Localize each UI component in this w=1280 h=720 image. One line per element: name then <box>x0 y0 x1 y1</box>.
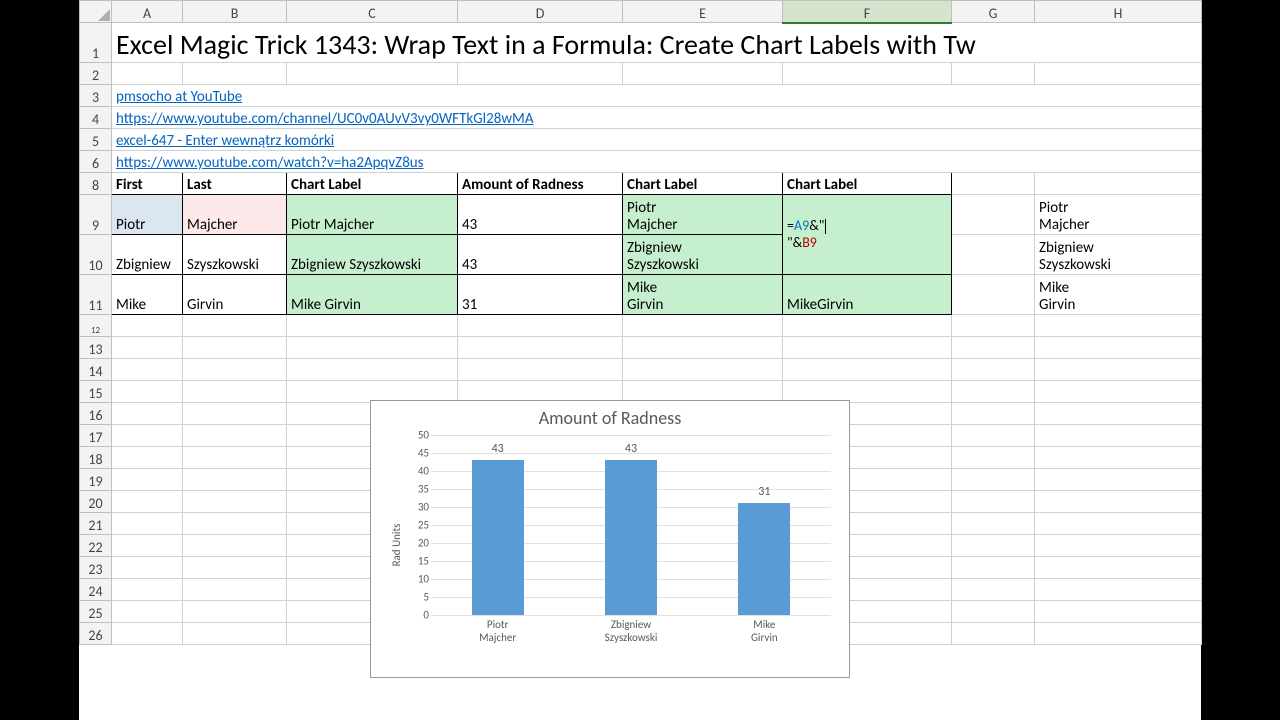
column-header-G[interactable]: G <box>952 1 1035 23</box>
cell-H10[interactable]: ZbigniewSzyszkowski <box>1035 235 1202 275</box>
chart-title: Amount of Radness <box>371 407 849 429</box>
cell-F11[interactable]: MikeGirvin <box>783 275 952 315</box>
row-header-20[interactable]: 20 <box>80 491 112 513</box>
cell-B11[interactable]: Girvin <box>183 275 287 315</box>
row-header-16[interactable]: 16 <box>80 403 112 425</box>
column-header-E[interactable]: E <box>623 1 783 23</box>
cell-D10[interactable]: 43 <box>458 235 623 275</box>
chart-bar-value-2: 31 <box>758 485 770 499</box>
link-pmsocho[interactable]: pmsocho at YouTube <box>116 88 242 106</box>
column-header-F[interactable]: F <box>783 1 952 23</box>
row-3[interactable]: 3pmsocho at YouTube <box>80 85 1202 107</box>
header-first[interactable]: First <box>112 173 183 195</box>
cell-D9[interactable]: 43 <box>458 195 623 235</box>
header-last[interactable]: Last <box>183 173 287 195</box>
chart-bar-value-1: 43 <box>625 442 637 456</box>
row-11[interactable]: 11 Mike Girvin Mike Girvin 31 MikeGirvin… <box>80 275 1202 315</box>
cell-C11[interactable]: Mike Girvin <box>287 275 458 315</box>
column-header-B[interactable]: B <box>183 1 287 23</box>
cell-C10[interactable]: Zbigniew Szyszkowski <box>287 235 458 275</box>
row-header-12[interactable]: 12 <box>80 315 112 337</box>
cell-H9[interactable]: PiotrMajcher <box>1035 195 1202 235</box>
column-header-H[interactable]: H <box>1035 1 1202 23</box>
row-9[interactable]: 9 Piotr Majcher Piotr Majcher 43 PiotrMa… <box>80 195 1202 235</box>
cell-E11[interactable]: MikeGirvin <box>623 275 783 315</box>
select-all-corner[interactable] <box>80 1 112 23</box>
row-header-6[interactable]: 6 <box>80 151 112 173</box>
chart-x-label-0: PiotrMajcher <box>443 619 553 644</box>
row-header-21[interactable]: 21 <box>80 513 112 535</box>
header-amount[interactable]: Amount of Radness <box>458 173 623 195</box>
chart-y-axis: 05101520253035404550 <box>407 435 431 615</box>
cell-E9[interactable]: PiotrMajcher <box>623 195 783 235</box>
chart-amount-of-radness[interactable]: Amount of Radness Rad Units 051015202530… <box>370 400 850 678</box>
chart-x-label-1: ZbigniewSzyszkowski <box>576 619 686 644</box>
link-excel647[interactable]: excel-647 - Enter wewnątrz komórki <box>116 132 334 150</box>
row-header-23[interactable]: 23 <box>80 557 112 579</box>
row-header-10[interactable]: 10 <box>80 235 112 275</box>
row-1[interactable]: 1 Excel Magic Trick 1343: Wrap Text in a… <box>80 23 1202 63</box>
chart-bar-2 <box>738 503 790 615</box>
cell-B10[interactable]: Szyszkowski <box>183 235 287 275</box>
chart-plot-area: 43 43 31 <box>431 435 831 615</box>
cell-H11[interactable]: MikeGirvin <box>1035 275 1202 315</box>
row-header-1[interactable]: 1 <box>80 23 112 63</box>
row-header-22[interactable]: 22 <box>80 535 112 557</box>
row-12[interactable]: 12 <box>80 315 1202 337</box>
column-header-D[interactable]: D <box>458 1 623 23</box>
row-5[interactable]: 5excel-647 - Enter wewnątrz komórki <box>80 129 1202 151</box>
chart-bar-value-0: 43 <box>492 442 504 456</box>
row-6[interactable]: 6https://www.youtube.com/watch?v=ha2Apqv… <box>80 151 1202 173</box>
row-header-14[interactable]: 14 <box>80 359 112 381</box>
row-header-9[interactable]: 9 <box>80 195 112 235</box>
row-header-3[interactable]: 3 <box>80 85 112 107</box>
row-header-13[interactable]: 13 <box>80 337 112 359</box>
cell-A9[interactable]: Piotr <box>112 195 183 235</box>
cell-F9-editing[interactable]: =A9&" "&B9 <box>783 195 952 275</box>
row-2[interactable]: 2 <box>80 63 1202 85</box>
row-header-4[interactable]: 4 <box>80 107 112 129</box>
row-8[interactable]: 8 First Last Chart Label Amount of Radne… <box>80 173 1202 195</box>
chart-x-label-2: MikeGirvin <box>709 619 819 644</box>
chart-x-labels: PiotrMajcher ZbigniewSzyszkowski MikeGirvi… <box>431 619 831 657</box>
column-headers-row: ABCDEFGH <box>80 1 1202 23</box>
row-header-8[interactable]: 8 <box>80 173 112 195</box>
cell-E10[interactable]: ZbigniewSzyszkowski <box>623 235 783 275</box>
cell-A11[interactable]: Mike <box>112 275 183 315</box>
row-header-11[interactable]: 11 <box>80 275 112 315</box>
header-chart-label-3[interactable]: Chart Label <box>783 173 952 195</box>
row-header-15[interactable]: 15 <box>80 381 112 403</box>
header-chart-label[interactable]: Chart Label <box>287 173 458 195</box>
row-4[interactable]: 4https://www.youtube.com/channel/UC0v0AU… <box>80 107 1202 129</box>
chart-bar-0 <box>472 460 524 615</box>
row-header-25[interactable]: 25 <box>80 601 112 623</box>
chart-y-axis-label: Rad Units <box>390 524 403 567</box>
row-header-24[interactable]: 24 <box>80 579 112 601</box>
link-watch[interactable]: https://www.youtube.com/watch?v=ha2ApqvZ… <box>116 154 424 172</box>
row-header-17[interactable]: 17 <box>80 425 112 447</box>
row-header-26[interactable]: 26 <box>80 623 112 645</box>
cell-D11[interactable]: 31 <box>458 275 623 315</box>
column-header-A[interactable]: A <box>112 1 183 23</box>
cell-B9[interactable]: Majcher <box>183 195 287 235</box>
row-header-2[interactable]: 2 <box>80 63 112 85</box>
cell-A10[interactable]: Zbigniew <box>112 235 183 275</box>
row-14[interactable]: 14 <box>80 359 1202 381</box>
row-10[interactable]: 10 Zbigniew Szyszkowski Zbigniew Szyszko… <box>80 235 1202 275</box>
row-header-19[interactable]: 19 <box>80 469 112 491</box>
link-channel[interactable]: https://www.youtube.com/channel/UC0v0AUv… <box>116 110 534 128</box>
row-13[interactable]: 13 <box>80 337 1202 359</box>
cell-C9[interactable]: Piotr Majcher <box>287 195 458 235</box>
title-cell[interactable]: Excel Magic Trick 1343: Wrap Text in a F… <box>112 23 1202 63</box>
spreadsheet-area[interactable]: ABCDEFGH 1 Excel Magic Trick 1343: Wrap … <box>79 0 1201 720</box>
column-header-C[interactable]: C <box>287 1 458 23</box>
header-chart-label-2[interactable]: Chart Label <box>623 173 783 195</box>
row-header-18[interactable]: 18 <box>80 447 112 469</box>
row-header-5[interactable]: 5 <box>80 129 112 151</box>
chart-bar-1 <box>605 460 657 615</box>
